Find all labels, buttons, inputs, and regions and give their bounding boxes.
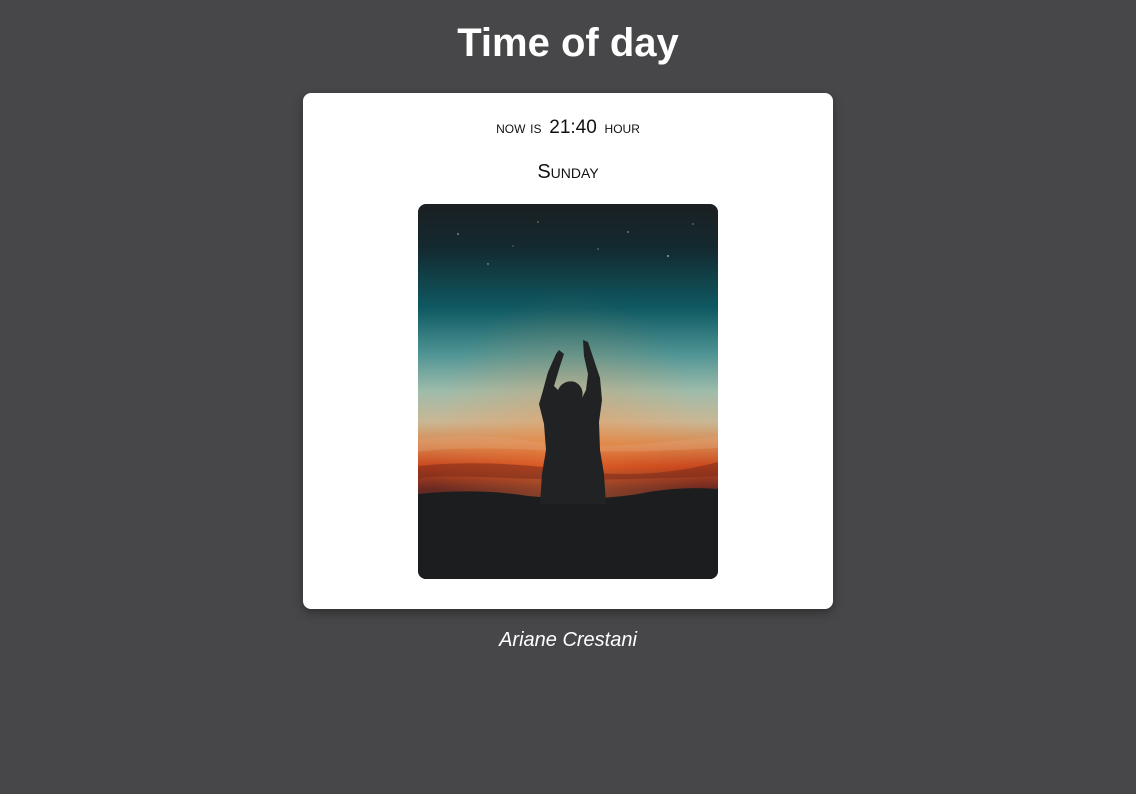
time-value: 21:40 (549, 117, 597, 138)
author-credit: Ariane Crestani (499, 629, 637, 651)
time-card: now is 21:40 hour Sunday (303, 93, 833, 609)
time-prefix: now is (496, 118, 542, 137)
page-title: Time of day (457, 21, 679, 65)
time-suffix: hour (604, 118, 640, 137)
night-sky-photo (418, 204, 718, 579)
time-line: now is 21:40 hour (303, 116, 833, 140)
weekday-label: Sunday (537, 161, 599, 183)
